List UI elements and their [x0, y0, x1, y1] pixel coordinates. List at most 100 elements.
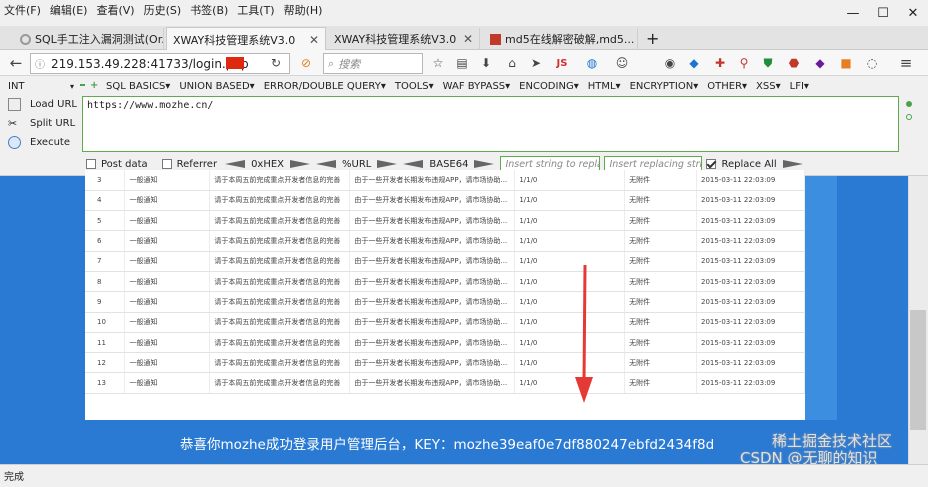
hackbar-menu-html[interactable]: HTML▾: [588, 81, 621, 92]
table-cell-title: 请于本周五前完成重点开发者信息的完善: [209, 332, 351, 354]
table-cell-date: 2015-03-11 22:03:09: [696, 230, 805, 252]
hat-icon[interactable]: ◉: [660, 52, 680, 74]
hex-encode-arrow-icon[interactable]: [290, 160, 311, 168]
table-row: 6 一般通知 请于本周五前完成重点开发者信息的完善 由于一些开发者长期发布违规APP，…: [85, 230, 805, 252]
send-icon[interactable]: ➤: [526, 52, 546, 74]
hackbar-type-select[interactable]: INT ▾: [8, 79, 78, 93]
table-cell-title: 请于本周五前完成重点开发者信息的完善: [209, 271, 351, 293]
hackbar-menu-sql-basics[interactable]: SQL BASICS▾: [106, 81, 170, 92]
table-cell-title: 请于本周五前完成重点开发者信息的完善: [209, 170, 351, 191]
hackbar-menu-tools[interactable]: TOOLS▾: [395, 81, 434, 92]
hackbar-menu-encryption[interactable]: ENCRYPTION▾: [630, 81, 699, 92]
search-input[interactable]: ⌕ 搜索: [323, 53, 423, 74]
execute-button[interactable]: Execute: [8, 136, 70, 149]
referrer-checkbox[interactable]: [161, 159, 172, 169]
table-cell-id: 3: [85, 170, 126, 191]
close-window-icon[interactable]: ✕: [898, 0, 928, 26]
hackbar-url-textarea[interactable]: https://www.mozhe.cn/: [82, 96, 899, 152]
hackbar-menu-union-based[interactable]: UNION BASED▾: [179, 81, 254, 92]
table-row: 8 一般通知 请于本周五前完成重点开发者信息的完善 由于一些开发者长期发布违规APP，…: [85, 271, 805, 293]
hex-decode-arrow-icon[interactable]: [225, 160, 246, 168]
extension-globe-icon[interactable]: ◍: [582, 52, 602, 74]
download-icon[interactable]: ⬇: [476, 52, 496, 74]
load-url-button[interactable]: Load URL: [8, 98, 77, 111]
replace-all-checkbox[interactable]: [706, 159, 717, 169]
tab-xway[interactable]: XWAY科技管理系统V3.0 ✕: [328, 28, 480, 50]
diamond-icon[interactable]: ◆: [810, 52, 830, 74]
scrollbar-thumb[interactable]: [910, 310, 926, 430]
base64-decode-arrow-icon[interactable]: [403, 160, 424, 168]
base64-encode-arrow-icon[interactable]: [474, 160, 495, 168]
magnifier-icon[interactable]: ⚲: [734, 52, 754, 74]
table-cell-title: 请于本周五前完成重点开发者信息的完善: [209, 251, 351, 272]
shield-icon[interactable]: ⛊: [758, 52, 778, 74]
hackbar-menu-waf-bypass[interactable]: WAF BYPASS▾: [443, 81, 510, 92]
plus-icon[interactable]: +: [90, 80, 98, 91]
back-icon[interactable]: ←: [6, 52, 26, 74]
tab-sql-injection[interactable]: SQL手工注入漏洞测试(Or...: [14, 28, 164, 50]
close-tab-icon[interactable]: ✕: [303, 33, 319, 47]
menu-bookmarks[interactable]: 书签(B): [190, 2, 228, 18]
split-url-button[interactable]: ✂ Split URL: [8, 117, 75, 130]
js-icon[interactable]: JS: [552, 52, 572, 74]
menu-bar: 文件(F) 编辑(E) 查看(V) 历史(S) 书签(B) 工具(T) 帮助(H…: [0, 0, 928, 20]
globe-icon[interactable]: ◌: [862, 52, 882, 74]
table-cell-content: 由于一些开发者长期发布违规APP，请市场协助...: [349, 230, 516, 252]
url-bar[interactable]: ⓘ 219.153.49.228:41733/login.php: [30, 53, 290, 74]
table-cell-title: 请于本周五前完成重点开发者信息的完善: [209, 352, 351, 374]
table-row: 13 一般通知 请于本周五前完成重点开发者信息的完善 由于一些开发者长期发布违规APP…: [85, 372, 805, 394]
status-bar: [0, 464, 928, 487]
hackbar-menu-xss[interactable]: XSS▾: [756, 81, 781, 92]
table-cell-attach: 无附件: [624, 291, 697, 313]
adblock-icon[interactable]: ⬣: [784, 52, 804, 74]
split-url-label: Split URL: [30, 118, 76, 129]
tab-title: SQL手工注入漏洞测试(Or...: [35, 33, 164, 46]
menu-file[interactable]: 文件(F): [4, 2, 41, 18]
tab-md5[interactable]: md5在线解密破解,md5... ✕: [484, 28, 638, 50]
hamburger-menu-icon[interactable]: ≡: [896, 52, 916, 74]
puzzle-icon[interactable]: ■: [836, 52, 856, 74]
bookmark-star-icon[interactable]: ☆: [428, 52, 448, 74]
close-tab-icon[interactable]: ✕: [457, 32, 473, 46]
minimize-icon[interactable]: —: [838, 0, 868, 26]
hackbar-menu-other[interactable]: OTHER▾: [707, 81, 747, 92]
tab-xway-active[interactable]: XWAY科技管理系统V3.0 ✕: [166, 27, 326, 51]
block-icon[interactable]: ⊘: [296, 52, 316, 74]
post-data-checkbox[interactable]: [86, 159, 96, 169]
table-cell-type: 一般通知: [124, 332, 211, 354]
table-cell-ver: 1/1/0: [514, 372, 626, 394]
hackbar-menu-encoding[interactable]: ENCODING▾: [519, 81, 579, 92]
table-cell-type: 一般通知: [124, 210, 211, 232]
status-text: 完成: [4, 472, 24, 483]
menu-tools[interactable]: 工具(T): [237, 2, 274, 18]
home-icon[interactable]: ⌂: [502, 52, 522, 74]
table-cell-type: 一般通知: [124, 352, 211, 374]
smile-icon[interactable]: ☺: [612, 52, 632, 74]
table-cell-id: 13: [85, 372, 126, 394]
maximize-icon[interactable]: ☐: [868, 0, 898, 26]
new-tab-icon[interactable]: +: [646, 29, 659, 48]
menu-view[interactable]: 查看(V): [96, 2, 134, 18]
url-decode-arrow-icon[interactable]: [316, 160, 337, 168]
menu-help[interactable]: 帮助(H): [284, 2, 323, 18]
hackbar-menu-lfi[interactable]: LFI▾: [790, 81, 809, 92]
table-cell-attach: 无附件: [624, 352, 697, 374]
tool-icon[interactable]: ✚: [710, 52, 730, 74]
hackbar-menu-error-double-query[interactable]: ERROR/DOUBLE QUERY▾: [264, 81, 386, 92]
minus-icon[interactable]: [80, 84, 85, 86]
table-cell-attach: 无附件: [624, 170, 697, 191]
reader-icon[interactable]: ▤: [452, 52, 472, 74]
cube-icon[interactable]: ◆: [684, 52, 704, 74]
url-encode-arrow-icon[interactable]: [377, 160, 398, 168]
reload-icon[interactable]: ↻: [266, 52, 286, 74]
table-cell-type: 一般通知: [124, 170, 211, 191]
insert-string-placeholder: Insert string to replace: [505, 158, 599, 170]
close-tab-icon[interactable]: ✕: [634, 32, 637, 46]
execute-icon: [8, 136, 21, 149]
menu-history[interactable]: 历史(S): [144, 2, 182, 18]
replace-arrow-icon[interactable]: [782, 160, 803, 168]
menu-edit[interactable]: 编辑(E): [50, 2, 88, 18]
table-cell-title: 请于本周五前完成重点开发者信息的完善: [209, 210, 351, 232]
table-cell-date: 2015-03-11 22:03:09: [696, 372, 805, 394]
notice-table: 3 一般通知 请于本周五前完成重点开发者信息的完善 由于一些开发者长期发布违规APP，…: [85, 170, 805, 394]
